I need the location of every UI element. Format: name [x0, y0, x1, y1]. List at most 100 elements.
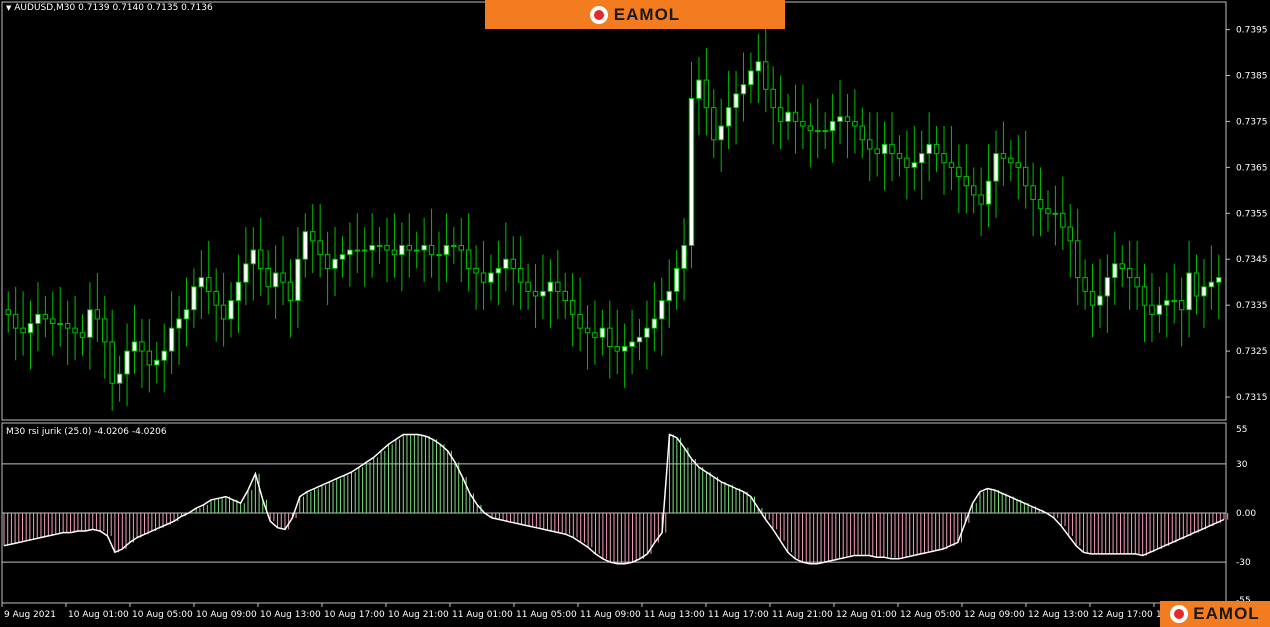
candle-body	[592, 332, 598, 338]
candle-body	[436, 254, 442, 257]
candle-body	[42, 313, 49, 320]
candle-body	[636, 336, 643, 343]
candle-body	[465, 249, 472, 269]
candle-body	[970, 185, 977, 196]
time-tick-label: 12 Aug 09:00	[964, 610, 1025, 620]
candle-body	[815, 130, 821, 133]
indicator-tick-label: 30	[1236, 460, 1248, 470]
candle-body	[919, 153, 925, 164]
candle-body	[510, 258, 516, 269]
candle-body	[295, 258, 301, 302]
indicator-tick-label: 55	[1236, 425, 1247, 435]
watermark-banner: EAMOL	[485, 0, 785, 29]
candle-body	[532, 290, 539, 297]
candle-body	[889, 143, 895, 155]
time-tick-label: 11 Aug 13:00	[644, 610, 705, 620]
candle-body	[1216, 277, 1222, 283]
time-tick-label: 12 Aug 13:00	[1028, 610, 1089, 620]
time-tick-label: 10 Aug 05:00	[132, 610, 193, 620]
candle-body	[1126, 267, 1133, 279]
candle-body	[451, 244, 457, 247]
time-tick-label: 12 Aug 17:00	[1092, 610, 1153, 620]
candle-body	[1008, 157, 1014, 164]
price-tick-label: 0.7365	[1236, 163, 1268, 173]
candle-body	[733, 93, 739, 109]
candle-body	[473, 267, 479, 274]
candle-body	[324, 254, 331, 269]
price-tick-label: 0.7335	[1236, 301, 1268, 311]
candle-body	[926, 143, 932, 155]
time-tick-label: 10 Aug 09:00	[196, 610, 257, 620]
candle-body	[748, 70, 754, 86]
candle-body	[1164, 300, 1170, 306]
time-tick-label: 12 Aug 05:00	[900, 610, 961, 620]
candle-body	[139, 341, 145, 352]
candle-body	[1060, 212, 1066, 228]
candle-body	[993, 153, 999, 182]
candle-body	[1193, 272, 1200, 297]
candle-body	[651, 318, 658, 329]
time-tick-label: 10 Aug 13:00	[260, 610, 321, 620]
candle-body	[755, 61, 762, 72]
candle-body	[258, 249, 264, 269]
candle-body	[956, 166, 962, 178]
candle-body	[102, 318, 108, 343]
chart-menu-arrow-icon[interactable]: ▼	[6, 4, 11, 12]
candle-body	[666, 290, 672, 302]
candle-body	[948, 162, 955, 168]
candle-body	[555, 281, 561, 292]
candle-body	[718, 125, 724, 141]
price-tick-label: 0.7395	[1236, 26, 1268, 36]
candle-body	[1022, 166, 1029, 187]
candle-body	[1134, 277, 1140, 288]
candle-body	[428, 244, 435, 256]
candle-body	[822, 130, 828, 133]
candle-body	[124, 350, 130, 375]
candle-body	[369, 244, 375, 251]
candle-body	[703, 79, 710, 109]
candle-body	[659, 300, 665, 320]
candle-body	[1149, 304, 1155, 315]
price-chart-panel[interactable]: 0.7395 0.7385 0.7375 0.7365 0.7355 0.7345 0.73…	[1, 1, 1268, 421]
candle-body	[874, 148, 880, 155]
candle-body	[1030, 185, 1036, 201]
candle-body	[384, 244, 390, 251]
price-tick-label: 0.7355	[1236, 209, 1268, 219]
candle-body	[740, 84, 747, 95]
candle-body	[562, 290, 568, 302]
candle-body	[607, 327, 613, 348]
candle-body	[399, 244, 405, 256]
price-tick-label: 0.7345	[1236, 255, 1268, 265]
time-tick-label: 9 Aug 2021	[4, 610, 56, 620]
candle-body	[1082, 277, 1088, 292]
candle-body	[1112, 263, 1118, 279]
candle-body	[79, 332, 86, 338]
candle-body	[280, 272, 286, 283]
indicator-panel[interactable]: 55300.00-30-55	[1, 422, 1256, 606]
candle-body	[569, 300, 576, 315]
price-tick-label: 0.7315	[1236, 393, 1268, 403]
candle-body	[243, 263, 249, 283]
candle-body	[978, 194, 984, 205]
candle-body	[176, 318, 182, 329]
candle-body	[154, 359, 160, 366]
candle-body	[57, 323, 63, 326]
candle-body	[50, 318, 56, 325]
candle-body	[1178, 300, 1185, 311]
candle-body	[867, 139, 873, 150]
time-tick-label: 11 Aug 05:00	[516, 610, 577, 620]
candle-body	[896, 153, 903, 159]
candle-body	[235, 281, 242, 302]
candle-body	[87, 309, 93, 338]
indicator-header: M30 rsi jurik (25.0) -4.0206 -4.0206	[6, 427, 167, 437]
candle-body	[131, 341, 138, 352]
time-tick-label: 10 Aug 01:00	[68, 610, 129, 620]
candle-body	[361, 249, 368, 252]
watermark-text: EAMOL	[613, 4, 681, 24]
candle-body	[711, 107, 717, 141]
candle-body	[213, 290, 219, 306]
price-tick-label: 0.7375	[1236, 117, 1268, 127]
candle-body	[985, 180, 992, 205]
candle-body	[376, 244, 383, 247]
time-tick-label: 11 Aug 01:00	[452, 610, 513, 620]
